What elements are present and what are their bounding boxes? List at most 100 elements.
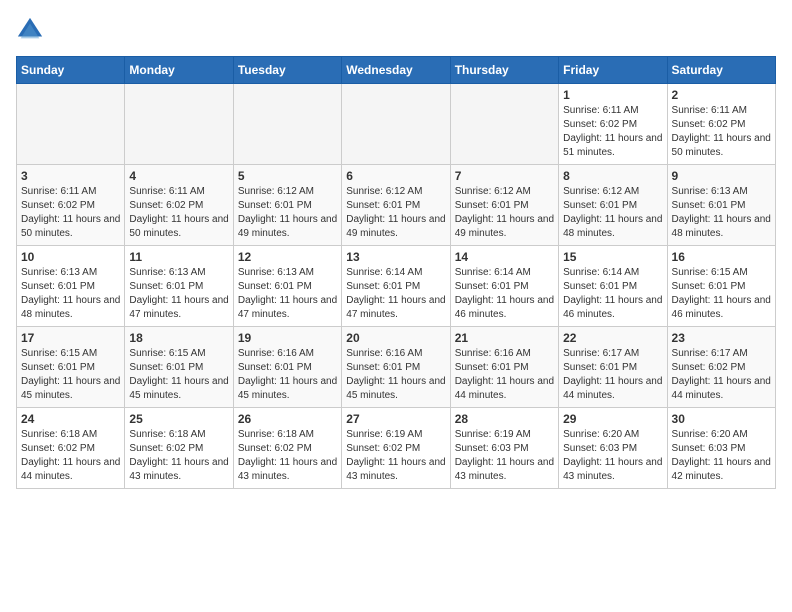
day-info: Sunrise: 6:11 AM Sunset: 6:02 PM Dayligh… (21, 185, 120, 241)
day-info: Sunrise: 6:14 AM Sunset: 6:01 PM Dayligh… (563, 266, 662, 322)
calendar-cell: 26 Sunrise: 6:18 AM Sunset: 6:02 PM Dayli… (233, 408, 341, 489)
calendar-cell (233, 84, 341, 165)
day-info: Sunrise: 6:13 AM Sunset: 6:01 PM Dayligh… (21, 266, 120, 322)
calendar-cell (342, 84, 450, 165)
day-info: Sunrise: 6:14 AM Sunset: 6:01 PM Dayligh… (346, 266, 445, 322)
calendar-cell: 23 Sunrise: 6:17 AM Sunset: 6:02 PM Dayli… (667, 327, 775, 408)
logo-icon (16, 16, 44, 44)
day-number: 15 (563, 250, 662, 264)
day-info: Sunrise: 6:20 AM Sunset: 6:03 PM Dayligh… (672, 428, 771, 484)
day-info: Sunrise: 6:17 AM Sunset: 6:01 PM Dayligh… (563, 347, 662, 403)
day-info: Sunrise: 6:18 AM Sunset: 6:02 PM Dayligh… (129, 428, 228, 484)
day-info: Sunrise: 6:11 AM Sunset: 6:02 PM Dayligh… (563, 104, 662, 160)
calendar-week-row: 24 Sunrise: 6:18 AM Sunset: 6:02 PM Dayli… (17, 408, 776, 489)
calendar-cell: 9 Sunrise: 6:13 AM Sunset: 6:01 PM Daylig… (667, 165, 775, 246)
calendar-week-row: 17 Sunrise: 6:15 AM Sunset: 6:01 PM Dayli… (17, 327, 776, 408)
calendar-week-row: 10Sunrise: 6:13 AM Sunset: 6:01 PM Dayli… (17, 246, 776, 327)
day-info: Sunrise: 6:12 AM Sunset: 6:01 PM Dayligh… (346, 185, 445, 241)
day-number: 24 (21, 412, 120, 426)
calendar-cell: 21 Sunrise: 6:16 AM Sunset: 6:01 PM Dayli… (450, 327, 558, 408)
day-number: 28 (455, 412, 554, 426)
day-number: 8 (563, 169, 662, 183)
day-number: 1 (563, 88, 662, 102)
page: SundayMondayTuesdayWednesdayThursdayFrid… (0, 0, 792, 497)
day-number: 23 (672, 331, 771, 345)
header (16, 16, 776, 44)
day-number: 13 (346, 250, 445, 264)
weekday-header: Saturday (667, 57, 775, 84)
day-info: Sunrise: 6:17 AM Sunset: 6:02 PM Dayligh… (672, 347, 771, 403)
calendar-cell (17, 84, 125, 165)
day-info: Sunrise: 6:11 AM Sunset: 6:02 PM Dayligh… (672, 104, 771, 160)
day-number: 3 (21, 169, 120, 183)
calendar-cell: 7 Sunrise: 6:12 AM Sunset: 6:01 PM Daylig… (450, 165, 558, 246)
calendar-cell: 13 Sunrise: 6:14 AM Sunset: 6:01 PM Dayli… (342, 246, 450, 327)
calendar-cell: 14 Sunrise: 6:14 AM Sunset: 6:01 PM Dayli… (450, 246, 558, 327)
day-number: 5 (238, 169, 337, 183)
day-info: Sunrise: 6:19 AM Sunset: 6:03 PM Dayligh… (455, 428, 554, 484)
day-number: 11 (129, 250, 228, 264)
calendar-cell: 8 Sunrise: 6:12 AM Sunset: 6:01 PM Daylig… (559, 165, 667, 246)
day-info: Sunrise: 6:19 AM Sunset: 6:02 PM Dayligh… (346, 428, 445, 484)
day-number: 22 (563, 331, 662, 345)
calendar: SundayMondayTuesdayWednesdayThursdayFrid… (16, 56, 776, 489)
calendar-cell (450, 84, 558, 165)
weekday-header: Thursday (450, 57, 558, 84)
day-info: Sunrise: 6:13 AM Sunset: 6:01 PM Dayligh… (129, 266, 228, 322)
day-info: Sunrise: 6:13 AM Sunset: 6:01 PM Dayligh… (238, 266, 337, 322)
day-number: 17 (21, 331, 120, 345)
calendar-cell: 22 Sunrise: 6:17 AM Sunset: 6:01 PM Dayli… (559, 327, 667, 408)
day-number: 27 (346, 412, 445, 426)
weekday-header: Sunday (17, 57, 125, 84)
day-number: 9 (672, 169, 771, 183)
day-number: 21 (455, 331, 554, 345)
calendar-cell: 17 Sunrise: 6:15 AM Sunset: 6:01 PM Dayli… (17, 327, 125, 408)
day-number: 19 (238, 331, 337, 345)
calendar-cell (125, 84, 233, 165)
calendar-cell: 1 Sunrise: 6:11 AM Sunset: 6:02 PM Daylig… (559, 84, 667, 165)
calendar-header-row: SundayMondayTuesdayWednesdayThursdayFrid… (17, 57, 776, 84)
calendar-cell: 16 Sunrise: 6:15 AM Sunset: 6:01 PM Dayli… (667, 246, 775, 327)
day-info: Sunrise: 6:20 AM Sunset: 6:03 PM Dayligh… (563, 428, 662, 484)
day-number: 26 (238, 412, 337, 426)
calendar-cell: 12 Sunrise: 6:13 AM Sunset: 6:01 PM Dayli… (233, 246, 341, 327)
day-number: 20 (346, 331, 445, 345)
day-info: Sunrise: 6:13 AM Sunset: 6:01 PM Dayligh… (672, 185, 771, 241)
weekday-header: Tuesday (233, 57, 341, 84)
calendar-cell: 19 Sunrise: 6:16 AM Sunset: 6:01 PM Dayli… (233, 327, 341, 408)
weekday-header: Friday (559, 57, 667, 84)
day-number: 12 (238, 250, 337, 264)
calendar-cell: 5 Sunrise: 6:12 AM Sunset: 6:01 PM Daylig… (233, 165, 341, 246)
calendar-cell: 20 Sunrise: 6:16 AM Sunset: 6:01 PM Dayli… (342, 327, 450, 408)
day-number: 16 (672, 250, 771, 264)
day-number: 29 (563, 412, 662, 426)
day-info: Sunrise: 6:18 AM Sunset: 6:02 PM Dayligh… (238, 428, 337, 484)
day-info: Sunrise: 6:14 AM Sunset: 6:01 PM Dayligh… (455, 266, 554, 322)
day-info: Sunrise: 6:15 AM Sunset: 6:01 PM Dayligh… (672, 266, 771, 322)
logo (16, 16, 48, 44)
calendar-cell: 3 Sunrise: 6:11 AM Sunset: 6:02 PM Daylig… (17, 165, 125, 246)
day-number: 30 (672, 412, 771, 426)
calendar-cell: 15 Sunrise: 6:14 AM Sunset: 6:01 PM Dayli… (559, 246, 667, 327)
day-info: Sunrise: 6:16 AM Sunset: 6:01 PM Dayligh… (238, 347, 337, 403)
day-info: Sunrise: 6:15 AM Sunset: 6:01 PM Dayligh… (129, 347, 228, 403)
day-info: Sunrise: 6:15 AM Sunset: 6:01 PM Dayligh… (21, 347, 120, 403)
day-info: Sunrise: 6:12 AM Sunset: 6:01 PM Dayligh… (455, 185, 554, 241)
day-info: Sunrise: 6:16 AM Sunset: 6:01 PM Dayligh… (455, 347, 554, 403)
calendar-cell: 27 Sunrise: 6:19 AM Sunset: 6:02 PM Dayli… (342, 408, 450, 489)
day-info: Sunrise: 6:12 AM Sunset: 6:01 PM Dayligh… (563, 185, 662, 241)
day-number: 14 (455, 250, 554, 264)
day-info: Sunrise: 6:12 AM Sunset: 6:01 PM Dayligh… (238, 185, 337, 241)
day-number: 6 (346, 169, 445, 183)
day-info: Sunrise: 6:11 AM Sunset: 6:02 PM Dayligh… (129, 185, 228, 241)
calendar-cell: 18Sunrise: 6:15 AM Sunset: 6:01 PM Dayli… (125, 327, 233, 408)
day-info: Sunrise: 6:18 AM Sunset: 6:02 PM Dayligh… (21, 428, 120, 484)
calendar-cell: 6 Sunrise: 6:12 AM Sunset: 6:01 PM Daylig… (342, 165, 450, 246)
calendar-cell: 11 Sunrise: 6:13 AM Sunset: 6:01 PM Dayli… (125, 246, 233, 327)
calendar-cell: 10Sunrise: 6:13 AM Sunset: 6:01 PM Dayli… (17, 246, 125, 327)
day-info: Sunrise: 6:16 AM Sunset: 6:01 PM Dayligh… (346, 347, 445, 403)
calendar-week-row: 1 Sunrise: 6:11 AM Sunset: 6:02 PM Daylig… (17, 84, 776, 165)
weekday-header: Wednesday (342, 57, 450, 84)
weekday-header: Monday (125, 57, 233, 84)
day-number: 7 (455, 169, 554, 183)
